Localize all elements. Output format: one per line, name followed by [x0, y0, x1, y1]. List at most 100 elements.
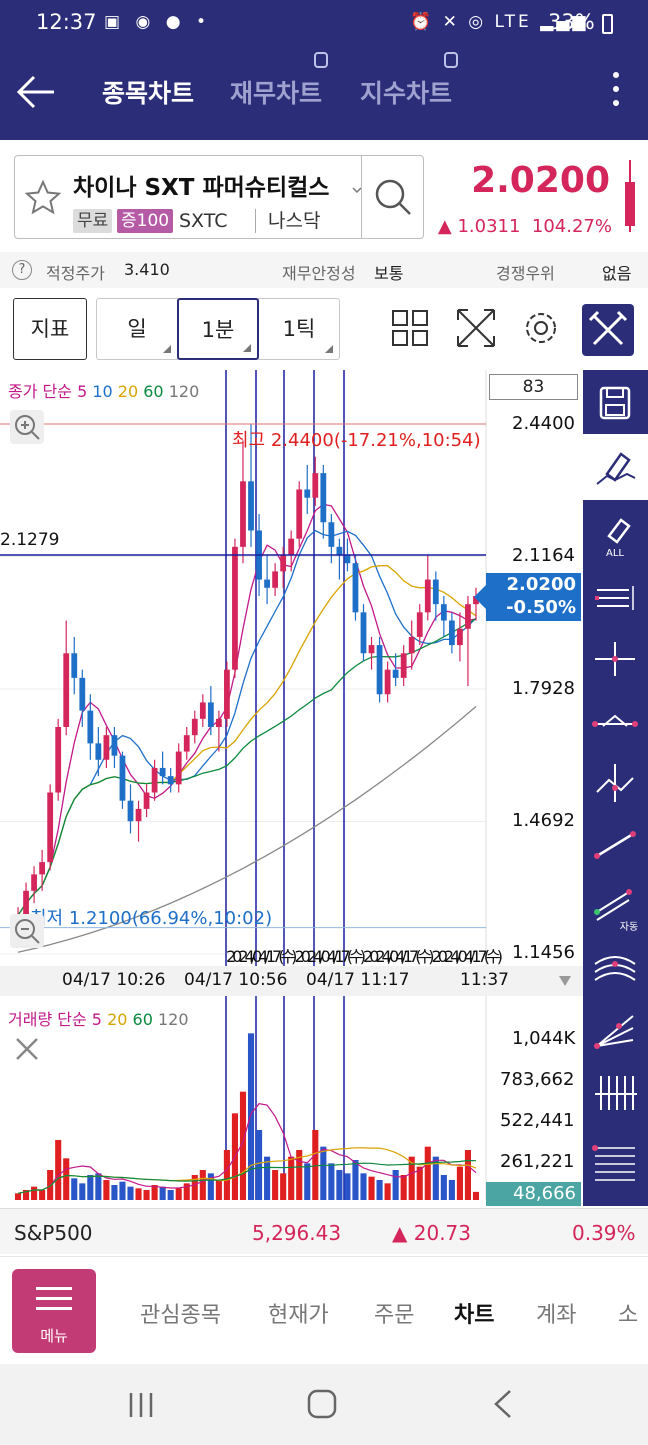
high-price-label: 최고 2.4400(-17.21%,10:54) [232, 430, 481, 451]
volume-bar [368, 1176, 375, 1200]
price-legend[interactable]: 종가 단순 5 10 20 60 120 [8, 378, 199, 402]
competitive-label: 경쟁우위 [496, 264, 555, 283]
system-navigation-bar [0, 1364, 648, 1445]
stability-value: 보통 [374, 264, 404, 283]
candle-body [232, 546, 238, 670]
current-price-tag: 2.0200 -0.50% [474, 573, 581, 621]
candle-body [384, 669, 391, 695]
period-day-button[interactable]: 일 [96, 298, 178, 360]
nav-account[interactable]: 계좌 [536, 1297, 576, 1329]
svg-text:자동: 자동 [620, 921, 638, 932]
tab-financial-label: 재무차트 [230, 79, 323, 108]
cross-line-icon[interactable] [589, 634, 641, 684]
indicator-button[interactable]: 지표 [13, 298, 87, 360]
volume-bar [416, 1166, 423, 1200]
candle-body [151, 767, 158, 793]
volume-bar [456, 1166, 463, 1200]
candle-count-box[interactable]: 83 [489, 374, 578, 400]
tab-index-chart[interactable]: 지수차트 [360, 52, 459, 110]
close-icon[interactable] [12, 1034, 42, 1064]
trend-line-icon[interactable] [589, 820, 641, 870]
eraser-icon[interactable] [583, 434, 648, 500]
volume-bar [79, 1183, 86, 1200]
more-menu-icon[interactable] [606, 72, 626, 112]
nav-watchlist[interactable]: 관심종목 [140, 1297, 221, 1329]
search-button[interactable] [361, 156, 425, 238]
time-tick: 04/17 10:26 [62, 970, 166, 990]
nav-order[interactable]: 주문 [374, 1297, 414, 1329]
hamburger-icon [36, 1307, 72, 1310]
volume-bar [215, 1180, 222, 1200]
nav-chart[interactable]: 차트 [454, 1297, 494, 1329]
volume-bar [400, 1175, 407, 1200]
arc-lines-icon[interactable] [589, 944, 641, 994]
drawing-tools-icon[interactable] [582, 304, 634, 356]
candle-body [95, 743, 102, 760]
menu-button[interactable]: 메뉴 [12, 1269, 96, 1353]
back-arrow-icon[interactable] [14, 72, 58, 112]
volume-bar [71, 1178, 78, 1200]
horizontal-line-icon[interactable] [589, 696, 641, 746]
volume-ma-20 [17, 1147, 477, 1194]
period-tick-button[interactable]: 1틱 [258, 298, 340, 360]
tab-stock-chart[interactable]: 종목차트 [102, 74, 194, 110]
volume-ma-40 [17, 1159, 477, 1194]
candle-body [55, 726, 62, 793]
stock-name[interactable]: 차이나 SXT 파머슈티컬스 [73, 168, 329, 202]
recent-apps-icon[interactable] [124, 1388, 158, 1422]
candle-body [167, 776, 174, 785]
candle-body [312, 473, 319, 498]
save-icon[interactable] [589, 378, 641, 428]
candle-body [135, 808, 142, 822]
nav-more[interactable]: 소 [618, 1297, 638, 1329]
candle-body [63, 653, 70, 727]
candle-body [119, 755, 126, 801]
volume-bar [159, 1186, 166, 1200]
auto-trend-icon[interactable]: 자동 [589, 882, 641, 932]
zoom-in-icon[interactable] [10, 410, 44, 444]
change-pct: 104.27% [531, 216, 612, 237]
candle-body [400, 653, 407, 678]
stock-selector[interactable]: 차이나 SXT 파머슈티컬스 무료 증100 SXTC 나스닥 [14, 155, 424, 239]
period-minute-label: 1분 [201, 318, 235, 342]
battery-icon [602, 14, 613, 34]
volume-bar [151, 1185, 158, 1200]
price-volume-chart[interactable] [0, 370, 583, 1200]
back-icon[interactable] [488, 1386, 518, 1422]
menu-label: 메뉴 [40, 1327, 68, 1345]
eraser-all-icon[interactable]: ALL [589, 510, 641, 560]
volume-legend[interactable]: 거래량 단순 5 20 60 120 [8, 1006, 189, 1030]
candle-body [103, 735, 110, 760]
settings-gear-icon[interactable] [519, 306, 563, 350]
candle-body [432, 579, 439, 605]
candle-body [272, 571, 279, 588]
home-icon[interactable] [304, 1386, 340, 1422]
time-tick: 04/17 11:17 [306, 970, 410, 990]
hcl-lines-icon[interactable] [589, 572, 641, 622]
fan-lines-icon[interactable] [589, 1006, 641, 1056]
ma-line-5 [17, 503, 477, 916]
index-ticker-row[interactable]: S&P500 5,296.43 ▲ 20.73 0.39% [0, 1208, 648, 1254]
time-axis: 04/17 10:26 04/17 10:56 04/17 11:17 11:3… [0, 966, 583, 996]
help-icon[interactable]: ? [12, 260, 32, 280]
candle-body [240, 481, 246, 547]
volume-bar [87, 1175, 94, 1200]
candle-body [320, 473, 327, 523]
candle-body [127, 800, 134, 822]
candle-body [79, 677, 86, 711]
search-icon [375, 179, 411, 215]
volume-bar [424, 1146, 431, 1200]
horizontal-ticks-icon[interactable] [589, 1138, 641, 1188]
vertical-ticks-icon[interactable] [589, 1068, 641, 1118]
layout-grid-icon[interactable] [388, 306, 432, 350]
tab-financial-chart[interactable]: 재무차트 [230, 52, 329, 110]
corner-triangle-icon [163, 345, 171, 353]
collapse-triangle-icon[interactable] [559, 976, 571, 986]
nav-current-price[interactable]: 현재가 [268, 1297, 329, 1329]
star-icon[interactable] [23, 178, 63, 218]
vertical-line-icon[interactable] [589, 758, 641, 808]
fullscreen-icon[interactable] [454, 306, 498, 350]
period-minute-button[interactable]: 1분 [177, 298, 259, 360]
zoom-out-icon[interactable] [10, 914, 44, 948]
candle-body [296, 489, 303, 539]
